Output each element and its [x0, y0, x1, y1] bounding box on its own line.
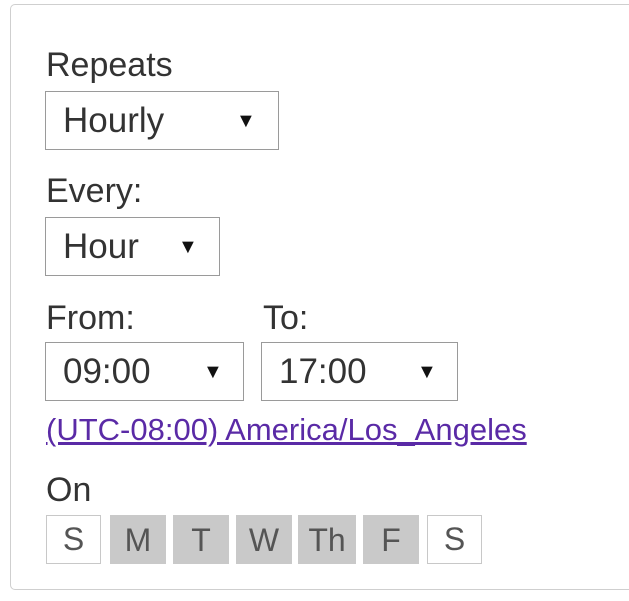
- day-tuesday-toggle[interactable]: T: [173, 515, 229, 564]
- every-select[interactable]: Hour ▼: [45, 217, 220, 276]
- to-label: To:: [263, 299, 309, 337]
- repeats-label: Repeats: [46, 46, 173, 84]
- from-time-value: 09:00: [63, 351, 151, 391]
- day-thursday-toggle[interactable]: Th: [298, 515, 356, 564]
- from-time-select[interactable]: 09:00 ▼: [45, 342, 244, 401]
- every-value: Hour: [63, 226, 139, 266]
- day-sunday-toggle[interactable]: S: [46, 515, 101, 564]
- to-time-select[interactable]: 17:00 ▼: [261, 342, 458, 401]
- day-friday-toggle[interactable]: F: [363, 515, 419, 564]
- repeats-select[interactable]: Hourly ▼: [45, 91, 279, 150]
- chevron-down-icon: ▼: [178, 236, 198, 258]
- on-label: On: [46, 471, 92, 509]
- chevron-down-icon: ▼: [203, 361, 223, 383]
- chevron-down-icon: ▼: [236, 110, 256, 132]
- every-label: Every:: [46, 172, 143, 210]
- repeats-value: Hourly: [63, 100, 165, 140]
- day-saturday-toggle[interactable]: S: [427, 515, 482, 564]
- day-wednesday-toggle[interactable]: W: [236, 515, 292, 564]
- timezone-link[interactable]: (UTC-08:00) America/Los_Angeles: [46, 410, 527, 450]
- to-time-value: 17:00: [279, 351, 367, 391]
- chevron-down-icon: ▼: [417, 361, 437, 383]
- day-monday-toggle[interactable]: M: [110, 515, 166, 564]
- from-label: From:: [46, 299, 135, 337]
